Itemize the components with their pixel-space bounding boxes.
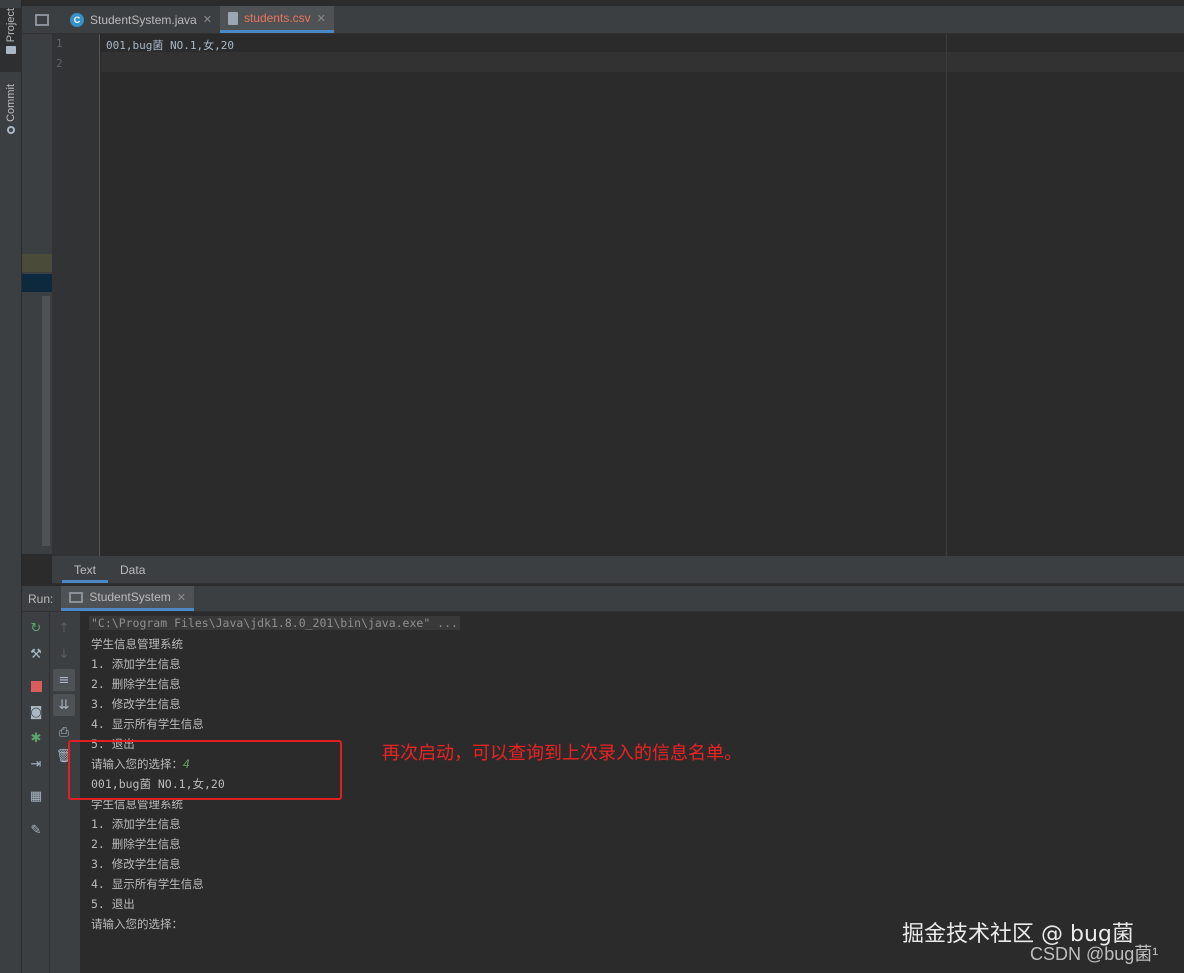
console-line: 3. 修改学生信息 [91,697,181,711]
project-tool-tab[interactable]: Project [0,8,22,72]
structure-icon[interactable] [22,6,62,33]
right-margin-guide [946,34,947,556]
project-tree-row-selected[interactable] [22,274,52,292]
console-line: 3. 修改学生信息 [91,857,181,871]
console-line: 1. 添加学生信息 [91,817,181,831]
print-icon[interactable]: ⎙ [56,724,72,740]
folder-icon [6,46,16,55]
console-line: 2. 删除学生信息 [91,837,181,851]
run-config-name: StudentSystem [89,590,171,604]
tab-students-csv[interactable]: students.csv ✕ [219,6,334,33]
project-tool-label: Project [5,8,17,43]
left-tool-strip: Project Commit [0,0,22,973]
console-line: 学生信息管理系统 [91,637,183,651]
layout-icon[interactable]: ▦ [28,788,44,804]
code-line[interactable]: 001,bug菌 NO.1,女,20 [106,37,234,53]
console-line: 2. 删除学生信息 [91,677,181,691]
editor[interactable]: 1 2 001,bug菌 NO.1,女,20 [52,34,1184,556]
console-icon [69,591,84,603]
commit-tool-label: Commit [5,84,17,122]
tab-student-system-java[interactable]: C StudentSystem.java ✕ [62,6,220,33]
annotation-highlight-box [68,740,342,800]
rerun-icon[interactable]: ↻ [28,620,44,636]
console-line: 4. 显示所有学生信息 [91,717,204,731]
project-scrollbar[interactable] [42,296,50,546]
stop-icon[interactable] [28,678,44,694]
project-panel-collapsed [22,34,52,554]
commit-tool-tab[interactable]: Commit [0,84,22,148]
run-label: Run: [28,591,54,606]
line-number-gutter: 1 2 [52,34,100,556]
console-line: 5. 退出 [91,897,135,911]
arrow-up-icon[interactable]: ↑ [56,620,72,636]
editor-tabs-bar: C StudentSystem.java ✕ students.csv ✕ [22,6,1184,34]
tab-label: StudentSystem.java [90,12,197,27]
run-toolbar-primary: ↻ ⚒ ◙ ✱ ⇥ ▦ ✎ [22,612,50,973]
csv-file-icon [227,11,238,25]
console-line: 请输入您的选择： [91,917,183,931]
exit-icon[interactable]: ⇥ [28,756,44,772]
tab-label: students.csv [243,11,311,25]
watermark-csdn: CSDN @bug菌¹ [1030,944,1159,964]
close-icon[interactable]: ✕ [317,12,326,25]
commit-icon [7,125,15,134]
csv-view-tabs: Text Data [52,556,1184,584]
arrow-down-icon[interactable]: ↓ [56,646,72,662]
tab-text[interactable]: Text [62,556,109,583]
close-icon[interactable]: ✕ [203,13,212,26]
scroll-to-end-icon[interactable]: ⇊ [53,694,75,716]
debug-icon[interactable]: ✱ [28,730,44,746]
tab-data[interactable]: Data [108,556,157,583]
close-icon[interactable]: ✕ [177,591,186,604]
soft-wrap-icon[interactable]: ≡ [53,669,75,691]
annotation-text: 再次启动，可以查询到上次录入的信息名单。 [382,743,742,764]
camera-icon[interactable]: ◙ [28,704,44,720]
pin-icon[interactable]: ✎ [28,822,44,838]
console-command: "C:\Program Files\Java\jdk1.8.0_201\bin\… [89,616,460,630]
current-line-highlight [101,52,1184,72]
line-number: 1 [56,37,63,50]
wrench-icon[interactable]: ⚒ [28,646,44,662]
console-line: 4. 显示所有学生信息 [91,877,204,891]
line-number: 2 [56,57,63,70]
run-panel-header: Run: StudentSystem ✕ [22,586,1184,612]
project-tree-row[interactable] [22,254,52,272]
console-line: 1. 添加学生信息 [91,657,181,671]
run-config-tab[interactable]: StudentSystem ✕ [61,586,194,611]
java-class-icon: C [70,12,84,27]
